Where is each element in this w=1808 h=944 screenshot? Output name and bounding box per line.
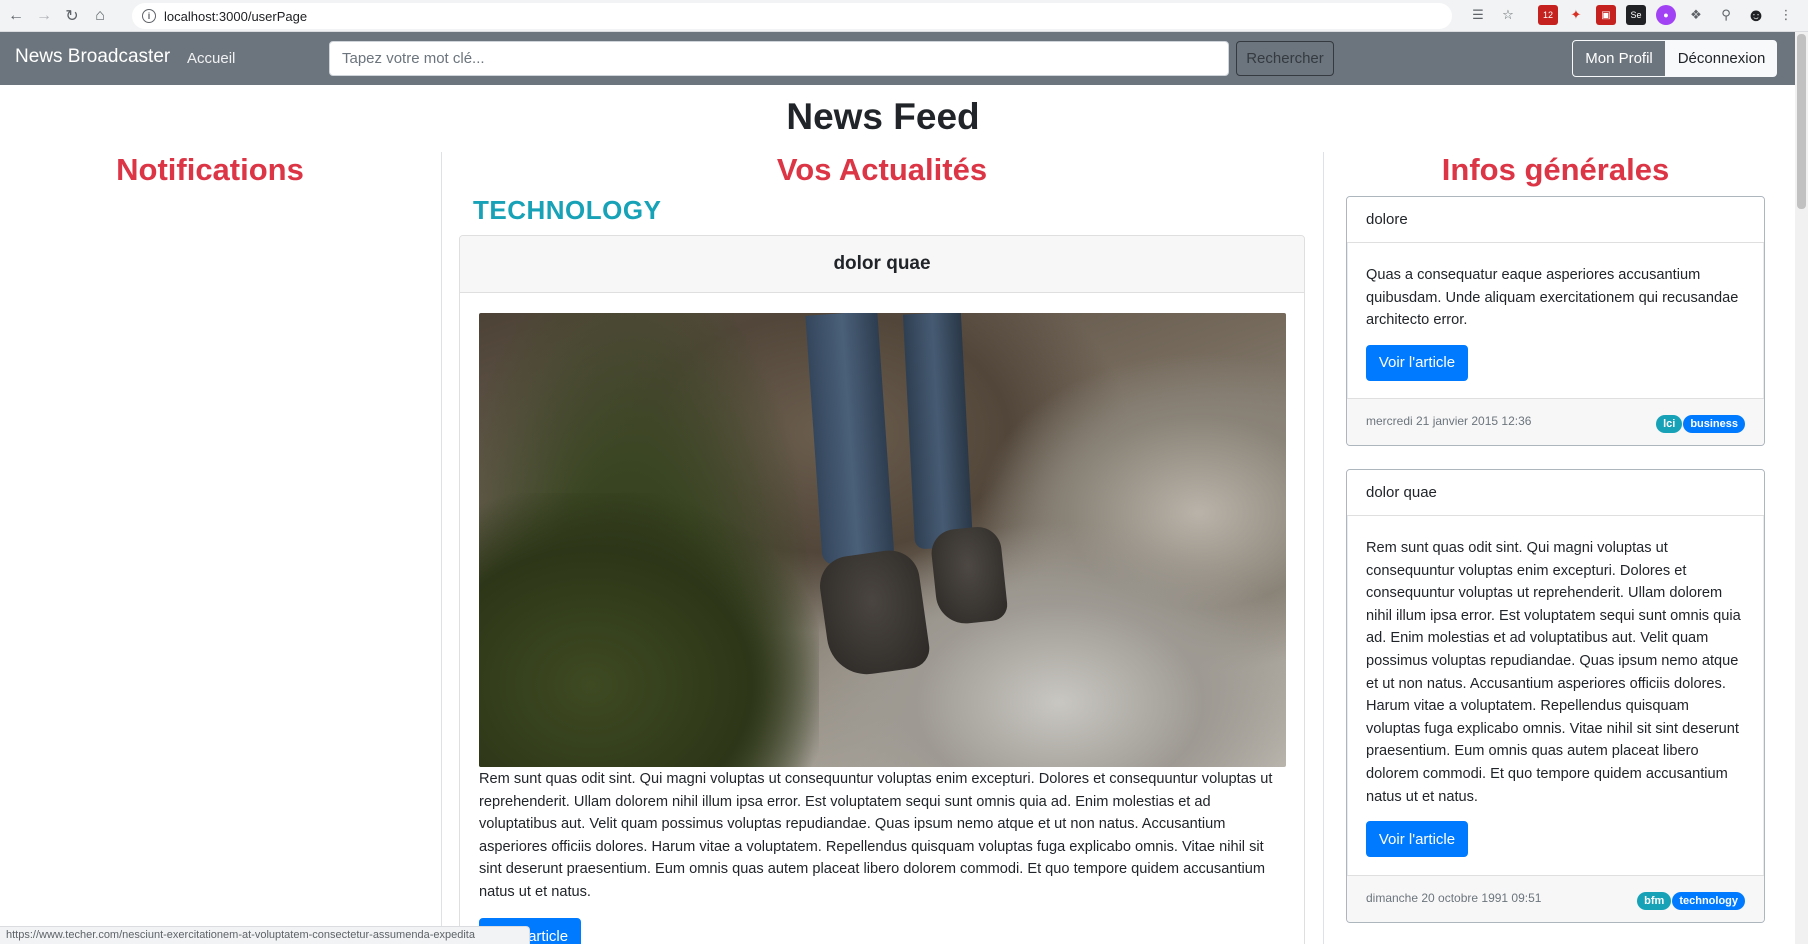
card-date: mercredi 21 janvier 2015 12:36	[1366, 414, 1532, 428]
article-image	[479, 313, 1286, 767]
article-card: dolor quae Rem sunt quas odit sint. Qui …	[459, 235, 1305, 944]
card-body: Quas a consequatur eaque asperiores accu…	[1366, 267, 1739, 329]
card-title: dolore	[1347, 197, 1764, 243]
forward-arrow-icon[interactable]: →	[32, 4, 56, 28]
star-icon[interactable]: ☆	[1498, 5, 1518, 25]
info-icon[interactable]: i	[142, 9, 156, 23]
general-news-card: dolore Quas a consequatur eaque asperior…	[1346, 196, 1765, 446]
browser-toolbar: ← → ↻ ⌂ i localhost:3000/userPage ☰ ☆ 12…	[0, 0, 1808, 32]
image-extension-icon[interactable]: ▣	[1596, 5, 1616, 25]
logout-button[interactable]: Déconnexion	[1666, 40, 1777, 77]
home-icon[interactable]: ⌂	[88, 4, 112, 28]
app-navbar: News Broadcaster Accueil Rechercher Mon …	[0, 32, 1795, 85]
key-icon[interactable]: ⚲	[1716, 5, 1736, 25]
link-status-bar: https://www.techer.com/nesciunt-exercita…	[0, 926, 530, 944]
card-title: dolor quae	[1347, 470, 1764, 516]
source-badge: bfm	[1637, 892, 1672, 910]
article-title: dolor quae	[460, 236, 1304, 293]
calendar-extension-icon[interactable]: 12	[1538, 5, 1558, 25]
reload-icon[interactable]: ↻	[60, 4, 84, 28]
read-article-button[interactable]: Voir l'article	[1366, 821, 1468, 858]
category-badge: technology	[1672, 892, 1745, 910]
card-body: Rem sunt quas odit sint. Qui magni volup…	[1366, 540, 1741, 805]
scrollbar-thumb[interactable]	[1797, 34, 1806, 209]
column-divider	[441, 152, 442, 944]
card-date: dimanche 20 octobre 1991 09:51	[1366, 891, 1542, 905]
puzzle-icon[interactable]: ❖	[1686, 5, 1706, 25]
news-feed-title: Vos Actualités	[776, 152, 988, 187]
page-title: News Feed	[786, 96, 980, 137]
profile-button[interactable]: Mon Profil	[1572, 40, 1666, 77]
address-bar[interactable]: i localhost:3000/userPage	[132, 3, 1452, 29]
page-scrollbar[interactable]	[1795, 32, 1808, 944]
kebab-menu-icon[interactable]: ⋮	[1776, 5, 1796, 25]
translate-icon[interactable]: ☰	[1468, 5, 1488, 25]
column-divider	[1323, 152, 1324, 944]
search-button[interactable]: Rechercher	[1236, 41, 1334, 76]
read-article-button[interactable]: Voir l'article	[1366, 344, 1468, 381]
general-info-title: Infos générales	[1441, 152, 1670, 187]
source-badge: lci	[1656, 415, 1683, 433]
nav-home-link[interactable]: Accueil	[187, 50, 235, 67]
account-icon[interactable]: ☻	[1746, 5, 1766, 25]
brand-link[interactable]: News Broadcaster	[15, 46, 170, 68]
seo-extension-icon[interactable]: Se	[1626, 5, 1646, 25]
address-bar-url: localhost:3000/userPage	[164, 8, 308, 24]
back-arrow-icon[interactable]: ←	[4, 4, 28, 28]
general-news-card: dolor quae Rem sunt quas odit sint. Qui …	[1346, 469, 1765, 923]
color-extension-icon[interactable]: ●	[1656, 5, 1676, 25]
search-input[interactable]	[329, 41, 1229, 76]
share-extension-icon[interactable]: ✦	[1566, 5, 1586, 25]
notifications-title: Notifications	[116, 152, 304, 187]
article-body: Rem sunt quas odit sint. Qui magni volup…	[479, 771, 1273, 900]
card-footer: dimanche 20 octobre 1991 09:51 bfm techn…	[1347, 875, 1764, 922]
card-footer: mercredi 21 janvier 2015 12:36 lci busin…	[1347, 398, 1764, 445]
category-heading: TECHNOLOGY	[473, 195, 662, 225]
category-badge: business	[1683, 415, 1745, 433]
